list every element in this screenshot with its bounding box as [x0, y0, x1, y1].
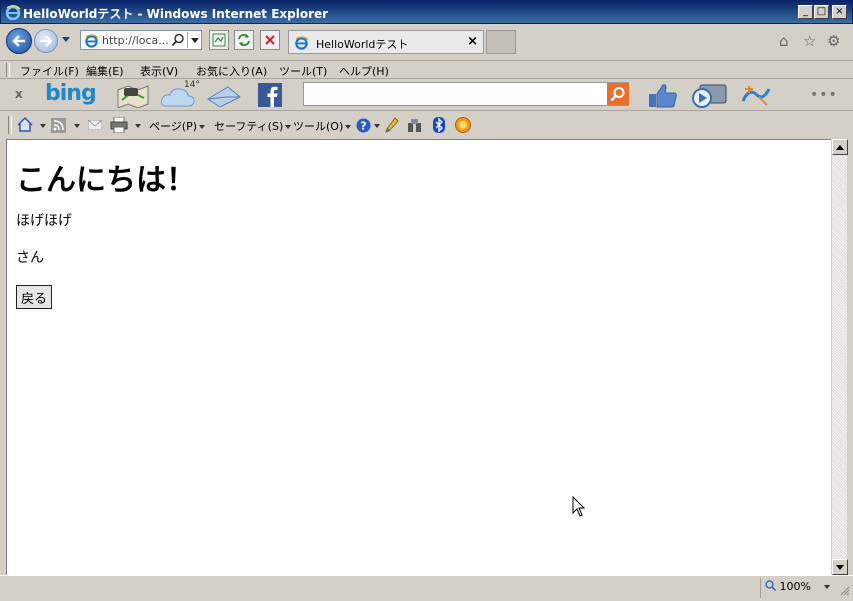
title-bar[interactable]: HelloWorldテスト - Windows Internet Explore…	[0, 0, 853, 24]
address-dropdown-button[interactable]	[187, 32, 201, 48]
scroll-up-button[interactable]	[832, 139, 848, 155]
maximize-button[interactable]: □	[814, 5, 829, 19]
compat-view-icon	[212, 33, 226, 47]
page-heading: こんにちは！	[16, 163, 196, 198]
zoom-icon	[765, 580, 777, 592]
svg-text:?: ?	[360, 120, 366, 133]
vertical-scrollbar[interactable]	[831, 139, 848, 575]
video-icon[interactable]	[692, 82, 728, 108]
print-icon[interactable]	[110, 117, 128, 133]
help-dropdown-icon[interactable]	[374, 124, 380, 128]
menu-file[interactable]: ファイル(F)	[20, 63, 79, 79]
home-dropdown-icon[interactable]	[40, 124, 46, 128]
status-bar: 100%	[0, 575, 853, 601]
menu-edit[interactable]: 編集(E)	[86, 63, 124, 79]
menu-bar: ファイル(F) 編集(E) 表示(V) お気に入り(A) ツール(T) ヘルプ(…	[0, 60, 853, 79]
tab-hello-world[interactable]: HelloWorldテスト ×	[288, 30, 484, 54]
recent-pages-dropdown[interactable]	[62, 37, 70, 42]
bing-toolbar-close-button[interactable]: x	[15, 87, 23, 101]
command-bar: ページ(P) セーフティ(S) ツール(O) ?	[0, 110, 853, 139]
status-divider	[760, 578, 761, 598]
greeting-suffix: さん	[16, 250, 44, 266]
home-icon[interactable]	[17, 117, 33, 132]
translate-icon[interactable]	[741, 83, 773, 107]
maps-icon[interactable]	[116, 82, 150, 108]
close-button[interactable]: ×	[832, 5, 847, 19]
bing-toolbar: x bing 14° •••	[0, 78, 853, 111]
stop-icon	[265, 35, 275, 45]
facebook-icon[interactable]	[258, 83, 282, 107]
menu-view[interactable]: 表示(V)	[140, 63, 178, 79]
address-text: http://loca...	[102, 34, 169, 47]
help-icon[interactable]: ?	[356, 118, 371, 133]
ie-page-icon	[85, 34, 99, 48]
minimize-button[interactable]: _	[798, 5, 813, 19]
navigation-bar: http://loca... HelloWorldテスト × ⌂ ☆ ⚙	[0, 24, 853, 60]
zoom-dropdown-icon[interactable]	[824, 585, 831, 589]
search-icon	[610, 87, 625, 102]
research-pen-icon[interactable]	[385, 117, 399, 133]
tools-menu[interactable]: ツール(O)	[293, 118, 352, 134]
forward-button[interactable]	[34, 29, 58, 53]
chevron-down-icon	[836, 565, 844, 570]
page-content: こんにちは！ ほげほげ さん 戻る	[6, 139, 831, 575]
print-dropdown-icon[interactable]	[135, 124, 141, 128]
favorites-star-icon[interactable]: ☆	[803, 32, 816, 50]
refresh-icon	[238, 34, 250, 46]
bluetooth-icon[interactable]	[433, 117, 445, 133]
safety-menu[interactable]: セーフティ(S)	[214, 118, 292, 134]
back-button[interactable]	[6, 28, 32, 54]
gear-icon[interactable]: ⚙	[827, 32, 840, 50]
bing-search-input[interactable]	[303, 82, 629, 106]
zoom-level: 100%	[779, 580, 811, 593]
ie-logo-icon	[5, 5, 21, 20]
refresh-button[interactable]	[234, 30, 254, 50]
chevron-up-icon	[836, 145, 844, 150]
chevron-down-icon	[191, 38, 199, 43]
page-menu[interactable]: ページ(P)	[149, 118, 205, 134]
search-icon[interactable]	[171, 33, 185, 47]
forward-arrow-icon	[40, 35, 53, 47]
address-bar[interactable]: http://loca...	[80, 30, 202, 50]
page-caret-icon	[199, 125, 205, 129]
page-back-button[interactable]: 戻る	[16, 285, 53, 309]
greeting-name: ほげほげ	[16, 213, 72, 229]
tools-caret-icon	[345, 125, 352, 129]
addon-orange-icon[interactable]	[455, 117, 471, 133]
weather-cloud-icon[interactable]	[160, 86, 196, 108]
zoom-control[interactable]: 100%	[765, 580, 831, 593]
read-mail-icon[interactable]	[88, 120, 102, 130]
window-title: HelloWorldテスト - Windows Internet Explore…	[23, 7, 329, 21]
safety-caret-icon	[285, 125, 292, 129]
home-icon[interactable]: ⌂	[779, 32, 789, 50]
safety-menu-label: セーフティ(S)	[214, 120, 284, 133]
like-thumbs-up-icon[interactable]	[648, 82, 678, 108]
menu-help[interactable]: ヘルプ(H)	[339, 63, 389, 79]
resize-grip-icon[interactable]	[838, 584, 850, 596]
feed-dropdown-icon[interactable]	[74, 124, 80, 128]
menu-grip	[6, 63, 10, 77]
compatibility-view-button[interactable]	[209, 30, 229, 50]
tab-close-button[interactable]: ×	[467, 34, 478, 49]
bing-logo[interactable]: bing	[45, 81, 97, 106]
mail-icon[interactable]	[206, 85, 242, 107]
tab-label: HelloWorldテスト	[316, 38, 409, 51]
rss-feed-icon[interactable]	[51, 118, 66, 133]
scroll-down-button[interactable]	[832, 559, 848, 575]
new-tab-button[interactable]	[486, 30, 516, 54]
menu-favorites[interactable]: お気に入り(A)	[196, 63, 267, 79]
back-arrow-icon	[12, 35, 25, 47]
command-bar-grip	[8, 116, 12, 134]
tab-ie-icon	[295, 36, 309, 50]
tools-menu-label: ツール(O)	[293, 120, 344, 133]
mouse-cursor-icon	[572, 496, 586, 517]
binoculars-icon[interactable]	[407, 117, 423, 133]
bing-search-button[interactable]	[607, 83, 629, 105]
menu-tools[interactable]: ツール(T)	[279, 63, 327, 79]
stop-button[interactable]	[260, 30, 280, 50]
more-options-icon[interactable]: •••	[810, 87, 838, 103]
page-menu-label: ページ(P)	[149, 120, 197, 133]
